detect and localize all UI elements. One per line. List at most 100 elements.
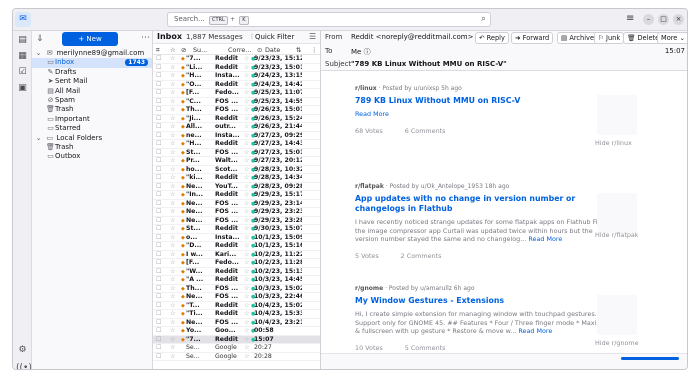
post-subreddit[interactable]: r/flatpak bbox=[355, 183, 384, 190]
message-row[interactable]: ☐ ☆ ◆ Ne... YouT... ☆ ● 9/28/23, 09:28 bbox=[153, 183, 320, 192]
spam-flag-icon[interactable]: ☆ bbox=[244, 72, 251, 81]
folder-item[interactable]: ⊘ Spam bbox=[32, 96, 152, 105]
message-row[interactable]: ☐ ☆ ◆ Th... FOS ... ☆ ● 9/26/23, 15:01 bbox=[153, 106, 320, 115]
message-row[interactable]: ☐ ☆ ◆ Pr... Walt... ☆ ● 9/27/23, 20:12 bbox=[153, 157, 320, 166]
spam-flag-icon[interactable]: ☆ bbox=[244, 242, 251, 251]
message-row[interactable]: ☐ ☆ ◆ "A ... Reddit ☆ ● 10/3/23, 14:45 bbox=[153, 276, 320, 285]
message-row[interactable]: ☐ ☆ ◆ "D... Reddit ☆ ● 10/1/23, 15:16 bbox=[153, 242, 320, 251]
message-row[interactable]: ☐ ☆ ◆ ho... Scot... ☆ ● 9/28/23, 10:32 bbox=[153, 166, 320, 175]
post-comments[interactable]: 5 Comments bbox=[405, 344, 446, 352]
star-icon[interactable]: ☆ bbox=[170, 234, 178, 243]
message-row[interactable]: ☐ ☆ ◆ "H... Reddit ☆ ● 9/27/23, 14:43 bbox=[153, 140, 320, 149]
message-row[interactable]: ☐ ☆ ◆ "ki... Reddit ☆ ● 9/28/23, 14:34 bbox=[153, 174, 320, 183]
post-comments[interactable]: 6 Comments bbox=[405, 127, 446, 135]
star-icon[interactable]: ☆ bbox=[170, 123, 178, 132]
message-row[interactable]: ☐ ☆ ◆ "In... Reddit ☆ ● 9/29/23, 15:17 bbox=[153, 191, 320, 200]
folder-item[interactable]: ➤ Sent Mail bbox=[32, 77, 152, 86]
spam-flag-icon[interactable]: ☆ bbox=[244, 293, 251, 302]
star-icon[interactable]: ☆ bbox=[170, 242, 178, 251]
spam-flag-icon[interactable]: ☆ bbox=[244, 225, 251, 234]
star-icon[interactable]: ☆ bbox=[170, 183, 178, 192]
star-icon[interactable]: ☆ bbox=[170, 310, 178, 319]
message-row[interactable]: ☐ ☆ ◆ Th... FOS ... ☆ ● 10/3/23, 15:02 bbox=[153, 285, 320, 294]
maximize-button[interactable]: □ bbox=[658, 14, 669, 25]
spam-flag-icon[interactable]: ☆ bbox=[244, 353, 251, 362]
spam-flag-icon[interactable]: ☆ bbox=[244, 259, 251, 268]
star-icon[interactable]: ☆ bbox=[170, 319, 178, 328]
post-thumbnail[interactable] bbox=[597, 295, 637, 335]
message-row[interactable]: ☐ ☆ ◆ Ne... FOS ... ☆ ● 9/29/23, 23:23 bbox=[153, 208, 320, 217]
star-icon[interactable]: ☆ bbox=[170, 98, 178, 107]
folder-item[interactable]: ✎ Drafts bbox=[32, 68, 152, 77]
to-value[interactable]: Me ⓘ bbox=[351, 47, 371, 57]
address-book-icon[interactable]: ▤ bbox=[16, 35, 29, 47]
spam-flag-icon[interactable]: ☆ bbox=[244, 183, 251, 192]
spam-flag-icon[interactable]: ☆ bbox=[244, 251, 251, 260]
search-input[interactable]: Search... CTRL + K ⌕ bbox=[167, 12, 491, 27]
post-thumbnail[interactable] bbox=[597, 193, 637, 233]
post-comments[interactable]: 2 Comments bbox=[401, 252, 442, 260]
spam-flag-icon[interactable]: ☆ bbox=[244, 166, 251, 175]
account-row[interactable]: ⌄ ✉ merilynne89@gmail.com bbox=[32, 49, 152, 58]
archive-button[interactable]: ▤ Archive bbox=[557, 32, 599, 44]
star-icon[interactable]: ☆ bbox=[170, 208, 178, 217]
unread-column-icon[interactable]: ⊙ bbox=[257, 46, 262, 54]
star-icon[interactable]: ☆ bbox=[170, 115, 178, 124]
folder-item[interactable]: ▤All Mail bbox=[32, 87, 152, 96]
subject-column[interactable]: Su... bbox=[193, 46, 207, 54]
post-title[interactable]: 789 KB Linux Without MMU on RISC-V bbox=[355, 96, 615, 106]
spam-flag-icon[interactable]: ☆ bbox=[244, 336, 251, 345]
message-row[interactable]: ☐ ☆ ◆ "Li... Reddit ☆ ● 9/23/23, 15:01 bbox=[153, 64, 320, 72]
hide-subreddit-link[interactable]: Hide r/gnome bbox=[595, 339, 639, 347]
reply-button[interactable]: ↶ Reply bbox=[475, 32, 509, 44]
message-row[interactable]: ☐ ☆ ◆ I w... Kari... ☆ ● 10/2/23, 11:22 bbox=[153, 251, 320, 260]
spam-flag-icon[interactable]: ☆ bbox=[244, 191, 251, 200]
star-icon[interactable]: ☆ bbox=[170, 132, 178, 141]
forward-button[interactable]: ➜ Forward bbox=[511, 32, 554, 44]
spam-flag-icon[interactable]: ☆ bbox=[244, 208, 251, 217]
message-row[interactable]: ☐ ☆ Se... Google ☆ 20:28 bbox=[153, 353, 320, 362]
spam-flag-icon[interactable]: ☆ bbox=[244, 327, 251, 336]
message-row[interactable]: ☐ ☆ ◆ "C... FOS ... ☆ ● 9/25/23, 14:59 bbox=[153, 98, 320, 107]
message-row[interactable]: ☐ ☆ ◆ "W... Reddit ☆ ● 10/2/23, 15:13 bbox=[153, 268, 320, 277]
star-icon[interactable]: ☆ bbox=[170, 344, 178, 353]
spam-flag-icon[interactable]: ☆ bbox=[244, 217, 251, 226]
star-icon[interactable]: ☆ bbox=[170, 293, 178, 302]
hamburger-menu-icon[interactable]: ≡ bbox=[626, 13, 634, 24]
message-row[interactable]: ☐ ☆ ◆ Ne... FOS ... ☆ ● 10/3/23, 22:46 bbox=[153, 293, 320, 302]
spam-flag-icon[interactable]: ☆ bbox=[244, 276, 251, 285]
post-subreddit[interactable]: r/linux bbox=[355, 85, 377, 92]
message-row[interactable]: ☐ ☆ ◆ "7... Reddit ☆ ● 15:07 bbox=[153, 335, 320, 345]
chat-icon[interactable]: ▣ bbox=[16, 83, 29, 95]
star-column-icon[interactable]: ☆ bbox=[170, 46, 176, 54]
spam-flag-icon[interactable]: ☆ bbox=[244, 285, 251, 294]
spam-flag-icon[interactable]: ☆ bbox=[244, 55, 251, 64]
star-icon[interactable]: ☆ bbox=[170, 251, 178, 260]
folder-item[interactable]: ▭Outbox bbox=[32, 152, 152, 161]
new-message-button[interactable]: + New Message bbox=[62, 32, 118, 57]
spam-flag-icon[interactable]: ☆ bbox=[244, 149, 251, 158]
folder-item[interactable]: 🗑Trash bbox=[32, 143, 152, 152]
message-row[interactable]: ☐ ☆ ◆ Yo... Goo... ☆ ● 00:58 bbox=[153, 327, 320, 336]
from-value[interactable]: Reddit <noreply@redditmail.com> bbox=[351, 33, 473, 41]
folder-item[interactable]: 🗑Trash bbox=[32, 105, 152, 114]
star-icon[interactable]: ☆ bbox=[170, 327, 178, 336]
folder-item[interactable]: ▭Inbox 1743 bbox=[32, 58, 152, 68]
star-icon[interactable]: ☆ bbox=[170, 140, 178, 149]
spam-flag-icon[interactable]: ☆ bbox=[244, 268, 251, 277]
post-title[interactable]: App updates with no change in version nu… bbox=[355, 194, 615, 214]
star-icon[interactable]: ☆ bbox=[170, 149, 178, 158]
star-icon[interactable]: ☆ bbox=[170, 166, 178, 175]
message-row[interactable]: ☐ ☆ ◆ Ne... FOS ... ☆ ● 9/29/23, 23:28 bbox=[153, 217, 320, 226]
read-more-link[interactable]: Read More bbox=[528, 235, 562, 243]
star-icon[interactable]: ☆ bbox=[170, 276, 178, 285]
message-row[interactable]: ☐ ☆ ◆ "Ji... Reddit ☆ ● 9/26/23, 15:24 bbox=[153, 115, 320, 124]
spam-flag-icon[interactable]: ☆ bbox=[244, 344, 251, 353]
message-row[interactable]: ☐ ☆ ◆ St... Reddit ☆ ● 9/30/23, 15:07 bbox=[153, 225, 320, 234]
read-more-link[interactable]: Read More bbox=[518, 327, 552, 335]
message-row[interactable]: ☐ ☆ ◆ Ne... FOS ... ☆ ● 10/4/23, 23:21 bbox=[153, 319, 320, 328]
post-title[interactable]: My Window Gestures - Extensions bbox=[355, 296, 615, 306]
star-icon[interactable]: ☆ bbox=[170, 259, 178, 268]
spam-flag-icon[interactable]: ☆ bbox=[244, 81, 251, 90]
attachment-column-icon[interactable]: ⊘ bbox=[181, 46, 186, 54]
